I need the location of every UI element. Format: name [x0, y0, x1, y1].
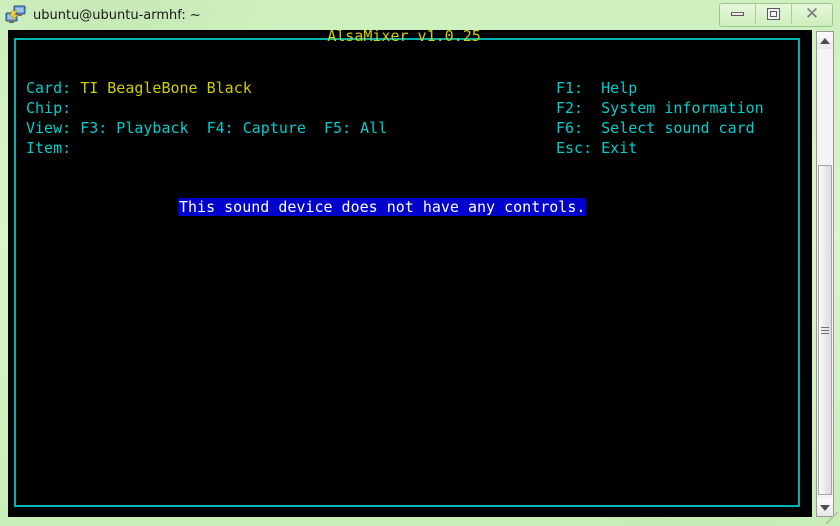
view-value[interactable]: F3: Playback F4: Capture F5: All	[80, 119, 387, 137]
card-value	[71, 79, 80, 97]
terminal-screen[interactable]: AlsaMixer v1.0.25 Card: TI BeagleBone Bl…	[8, 30, 812, 517]
scroll-up-icon	[820, 37, 830, 44]
scrollbar-track[interactable]	[817, 49, 833, 499]
scroll-up-button[interactable]	[817, 32, 833, 49]
chip-row: Chip:	[26, 98, 71, 118]
terminal-scrollbar[interactable]	[816, 31, 834, 517]
help-row-f6[interactable]: F6: Select sound card	[556, 118, 755, 138]
window-titlebar[interactable]: ubuntu@ubuntu-armhf: ~ ✕	[0, 0, 840, 30]
view-spacer	[71, 119, 80, 137]
scroll-down-icon	[820, 504, 830, 511]
minimize-icon	[731, 12, 744, 16]
close-button[interactable]: ✕	[792, 4, 832, 24]
no-controls-message: This sound device does not have any cont…	[178, 198, 587, 216]
minimize-button[interactable]	[720, 4, 756, 24]
chip-label: Chip:	[26, 99, 72, 117]
card-value-text: TI BeagleBone Black	[80, 79, 252, 97]
view-label: View:	[26, 119, 72, 137]
card-row: Card: TI BeagleBone Black	[26, 78, 252, 98]
help-row-f1[interactable]: F1: Help	[556, 78, 637, 98]
scrollbar-grip-icon	[821, 326, 829, 334]
help-row-f2[interactable]: F2: System information	[556, 98, 764, 118]
window-title: ubuntu@ubuntu-armhf: ~	[33, 7, 201, 23]
window-controls: ✕	[719, 3, 833, 27]
view-row: View: F3: Playback F4: Capture F5: All	[26, 118, 387, 138]
card-label: Card:	[26, 79, 72, 97]
item-label: Item:	[26, 139, 72, 157]
terminal-computer-icon	[5, 5, 27, 25]
maximize-icon	[767, 8, 780, 20]
scrollbar-thumb[interactable]	[818, 165, 832, 495]
item-row: Item:	[26, 138, 71, 158]
maximize-button[interactable]	[756, 4, 792, 24]
terminal-window: ubuntu@ubuntu-armhf: ~ ✕ AlsaMixer v1.0.…	[0, 0, 840, 526]
close-icon: ✕	[804, 3, 820, 24]
alsamixer-app: AlsaMixer v1.0.25 Card: TI BeagleBone Bl…	[8, 30, 812, 517]
alsamixer-title: AlsaMixer v1.0.25	[327, 30, 481, 45]
help-row-esc[interactable]: Esc: Exit	[556, 138, 637, 158]
window-resize-grip[interactable]	[826, 512, 838, 524]
